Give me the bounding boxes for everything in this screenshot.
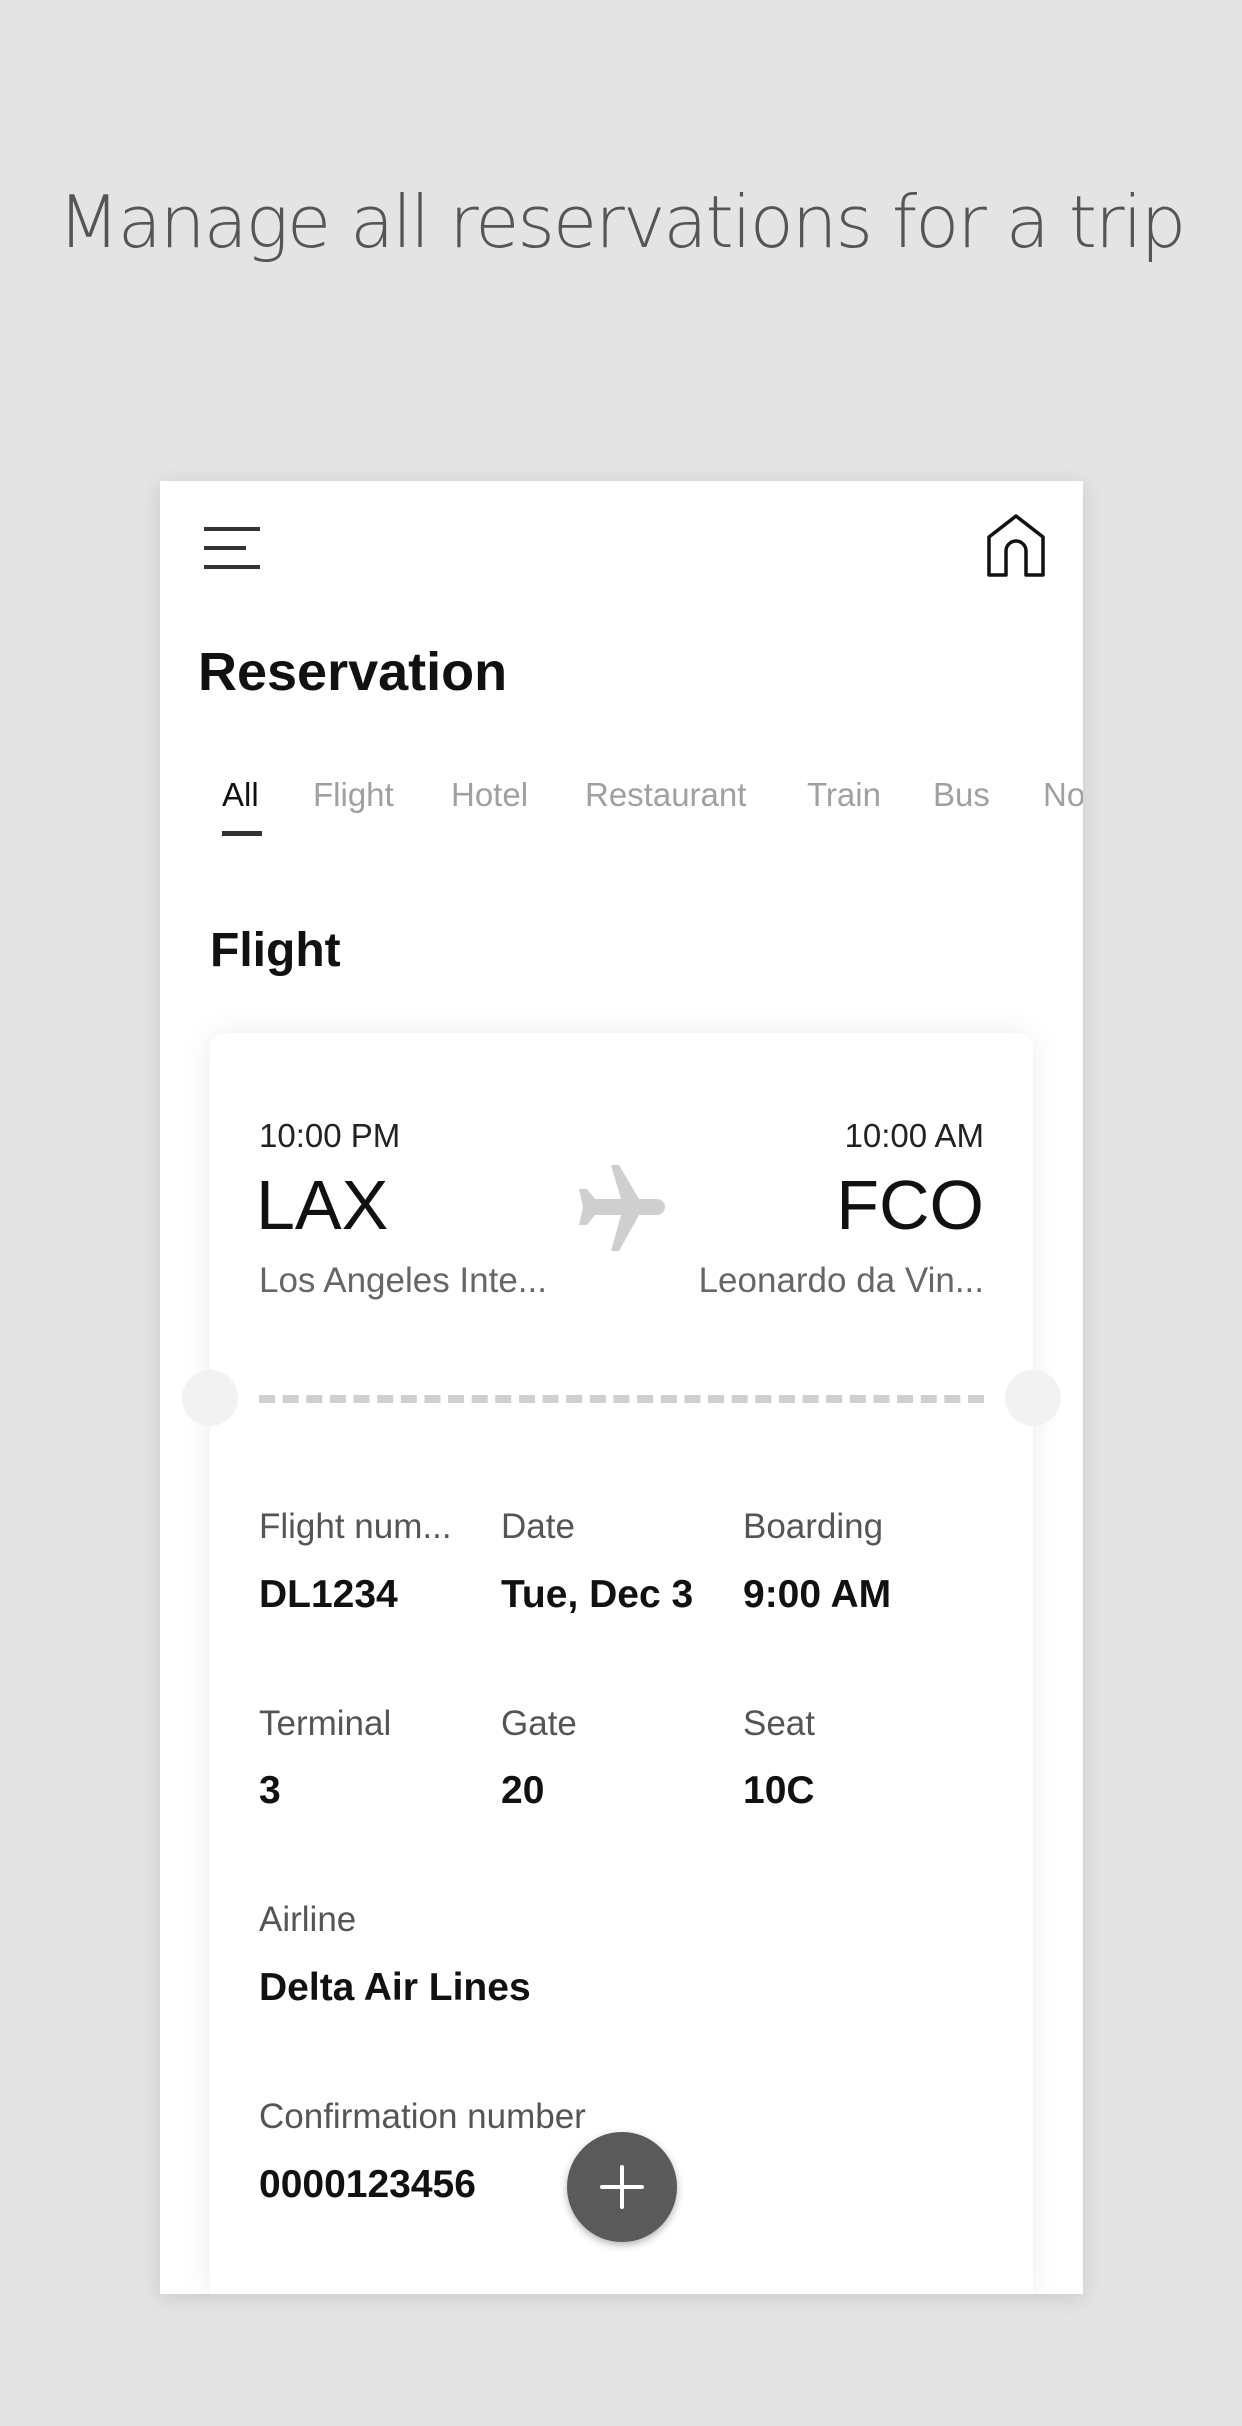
arrive-time: 10:00 AM [844, 1117, 984, 1154]
tab-more[interactable]: No [1043, 776, 1083, 814]
depart-time: 10:00 PM [259, 1117, 401, 1154]
ticket-notch-right [1005, 1370, 1061, 1426]
tab-all[interactable]: All [222, 776, 259, 814]
detail-label: Gate [501, 1704, 577, 1743]
detail-label: Boarding [743, 1507, 884, 1546]
plus-icon [600, 2165, 644, 2209]
detail-label: Date [501, 1507, 575, 1546]
gate-value: 20 [501, 1769, 545, 1812]
tab-hotel[interactable]: Hotel [451, 776, 528, 814]
detail-label: Airline [259, 1900, 357, 1939]
tab-flight[interactable]: Flight [313, 776, 394, 814]
section-title: Flight [210, 924, 341, 977]
depart-code: LAX [256, 1166, 389, 1244]
boarding-value: 9:00 AM [743, 1573, 892, 1616]
seat-value: 10C [743, 1769, 815, 1812]
tab-restaurant[interactable]: Restaurant [585, 776, 746, 814]
plane-icon [577, 1163, 667, 1258]
home-icon[interactable] [986, 513, 1046, 577]
tab-train[interactable]: Train [807, 776, 881, 814]
arrive-code: FCO [836, 1166, 984, 1244]
add-reservation-button[interactable] [567, 2132, 677, 2242]
tab-bus[interactable]: Bus [933, 776, 990, 814]
ticket-divider [259, 1395, 984, 1403]
flight-number-value: DL1234 [259, 1573, 398, 1616]
active-tab-indicator [222, 831, 262, 836]
depart-name: Los Angeles Inte... [259, 1261, 547, 1300]
terminal-value: 3 [259, 1769, 281, 1812]
detail-label: Seat [743, 1704, 815, 1743]
detail-label: Confirmation number [259, 2097, 586, 2136]
confirmation-value: 0000123456 [259, 2163, 476, 2206]
date-value: Tue, Dec 3 [501, 1573, 694, 1616]
airline-value: Delta Air Lines [259, 1966, 531, 2009]
headline: Manage all reservations for a trip [57, 180, 1187, 264]
app-screen: Reservation All Flight Hotel Restaurant … [160, 481, 1083, 2294]
detail-label: Terminal [259, 1704, 392, 1743]
detail-label: Flight num... [259, 1507, 452, 1546]
ticket-notch-left [182, 1370, 238, 1426]
hamburger-icon[interactable] [204, 525, 260, 573]
arrive-name: Leonardo da Vin... [698, 1261, 984, 1300]
page-title: Reservation [198, 642, 508, 702]
flight-card[interactable]: 10:00 PM LAX Los Angeles Inte... 10:00 A… [182, 1033, 1061, 2294]
